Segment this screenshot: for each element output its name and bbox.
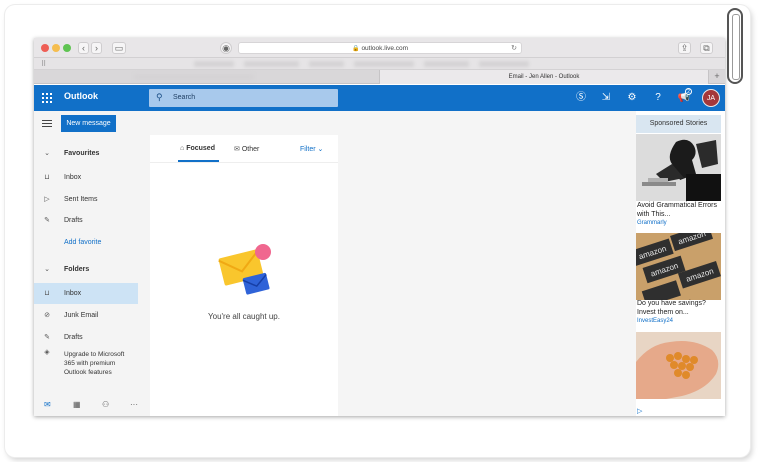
favourites-section[interactable]: ⌄ Favourites: [34, 143, 150, 164]
ad-title[interactable]: Do you have savings? Invest them on...: [637, 300, 721, 317]
tab-focused[interactable]: ⌂ Focused: [180, 145, 215, 152]
help-icon[interactable]: ?: [651, 91, 665, 105]
message-list-pane: ⌂ Focused ✉ Other Filter ⌄ You're all ca…: [150, 111, 338, 416]
pencil-icon: ✎: [44, 217, 50, 224]
settings-gear-icon[interactable]: ⚙: [625, 91, 639, 105]
close-window-button[interactable]: [41, 44, 49, 52]
search-input[interactable]: ⚲ Search: [149, 89, 338, 107]
app-launcher-icon[interactable]: [42, 93, 52, 103]
diamond-icon: ◈: [44, 349, 50, 356]
zoom-window-button[interactable]: [63, 44, 71, 52]
ad-source[interactable]: InvestEasy24: [637, 318, 673, 324]
screenshot-stage: ‹ › ▭ ◉ 🔒 outlook.live.com ↻ ⇪ ⧉ ⠿ Email …: [0, 0, 760, 462]
ad-image-hand[interactable]: [636, 332, 721, 399]
share-icon[interactable]: ⇪: [678, 42, 691, 54]
back-button[interactable]: ‹: [78, 42, 89, 54]
folders-section[interactable]: ⌄ Folders: [34, 259, 150, 280]
address-bar[interactable]: 🔒 outlook.live.com ↻: [238, 42, 522, 54]
sidebar-item-junk-email[interactable]: ⊘ Junk Email: [34, 305, 150, 326]
tabs-overview-icon[interactable]: ⧉: [700, 42, 713, 54]
sidebar-item-favourite-drafts[interactable]: ✎ Drafts: [34, 210, 150, 231]
pencil-icon: ✎: [44, 334, 50, 341]
new-tab-button[interactable]: +: [712, 72, 722, 82]
lock-icon: 🔒: [351, 46, 360, 52]
avatar[interactable]: JA: [702, 89, 720, 107]
calendar-icon[interactable]: ▦: [73, 400, 81, 409]
ad-image-investeasy[interactable]: amazon amazon amazon amazon: [636, 233, 721, 300]
filter-dropdown[interactable]: Filter ⌄: [300, 145, 323, 153]
tab-bar: Email - Jen Allen - Outlook +: [34, 70, 725, 84]
tab-other[interactable]: ✉ Other: [234, 145, 259, 153]
grid-icon[interactable]: ⠿: [41, 60, 46, 68]
active-tab[interactable]: Email - Jen Allen - Outlook: [379, 70, 709, 84]
add-favorite-link[interactable]: Add favorite: [34, 232, 150, 253]
chevron-down-icon: ⌄: [44, 266, 50, 273]
inbox-icon: ⊔: [44, 174, 50, 181]
block-icon: ⊘: [44, 312, 50, 319]
sidebar-toggle-icon[interactable]: ▭: [112, 42, 126, 54]
module-switcher: ✉ ▦ ⚇ ···: [34, 394, 150, 416]
hamburger-menu-icon[interactable]: [42, 120, 52, 129]
browser-toolbar: ‹ › ▭ ◉ 🔒 outlook.live.com ↻ ⇪ ⧉: [34, 38, 725, 58]
ads-heading: Sponsored Stories: [636, 115, 721, 133]
mail-icon: ✉: [234, 146, 242, 153]
browser-window: ‹ › ▭ ◉ 🔒 outlook.live.com ↻ ⇪ ⧉ ⠿ Email …: [34, 38, 725, 416]
sidebar-item-favourite-inbox[interactable]: ⊔ Inbox: [34, 167, 150, 188]
upgrade-link[interactable]: Upgrade to Microsoft 365 with premium Ou…: [64, 350, 134, 377]
app-brand[interactable]: Outlook: [64, 91, 98, 101]
more-options-icon[interactable]: ···: [130, 400, 138, 409]
send-icon: ▷: [44, 196, 50, 203]
outlook-header: Outlook ⚲ Search Ⓢ ⇲ ⚙ ? 📢 2 JA: [34, 85, 725, 111]
sidebar-item-drafts[interactable]: ✎ Drafts: [34, 327, 150, 348]
people-icon[interactable]: ⚇: [102, 400, 109, 409]
bookmarks-bar: ⠿: [34, 58, 725, 70]
sidebar-item-inbox[interactable]: ⊔ Inbox: [34, 283, 138, 304]
ad-title[interactable]: Avoid Grammatical Errors with This...: [637, 202, 721, 219]
scrollbar[interactable]: [727, 8, 743, 84]
mail-icon[interactable]: ✉: [44, 400, 51, 409]
sidebar-item-sent-items[interactable]: ▷ Sent Items: [34, 189, 150, 210]
notification-badge: 2: [685, 88, 692, 95]
reading-pane: [338, 111, 636, 416]
skype-icon[interactable]: Ⓢ: [574, 91, 588, 105]
tab-focused-underline: [178, 160, 219, 162]
folder-pane: New message ⌄ Favourites ⊔ Inbox ▷ Sent …: [34, 111, 150, 416]
message-list-header: ⌂ Focused ✉ Other Filter ⌄: [150, 135, 338, 163]
reload-icon[interactable]: ↻: [511, 43, 517, 54]
new-message-button[interactable]: New message: [61, 115, 116, 132]
minimize-window-button[interactable]: [52, 44, 60, 52]
empty-inbox-illustration: [218, 244, 271, 295]
search-placeholder: Search: [173, 94, 196, 101]
chevron-down-icon: ⌄: [317, 146, 324, 153]
empty-state-message: You're all caught up.: [208, 312, 280, 321]
ad-image-grammarly[interactable]: [636, 134, 721, 201]
chevron-down-icon: ⌄: [44, 150, 50, 157]
adchoices-icon[interactable]: ▷: [637, 407, 642, 415]
search-icon: ⚲: [156, 92, 163, 102]
ad-source[interactable]: Grammarly: [637, 220, 667, 226]
privacy-icon[interactable]: ◉: [220, 42, 232, 54]
ads-pane: Sponsored Stories Avoid Grammatical Erro…: [636, 111, 725, 416]
calendar-forward-icon[interactable]: ⇲: [599, 91, 613, 105]
forward-button[interactable]: ›: [91, 42, 102, 54]
url-text: outlook.live.com: [361, 45, 409, 52]
inbox-icon: ⊔: [44, 290, 50, 297]
